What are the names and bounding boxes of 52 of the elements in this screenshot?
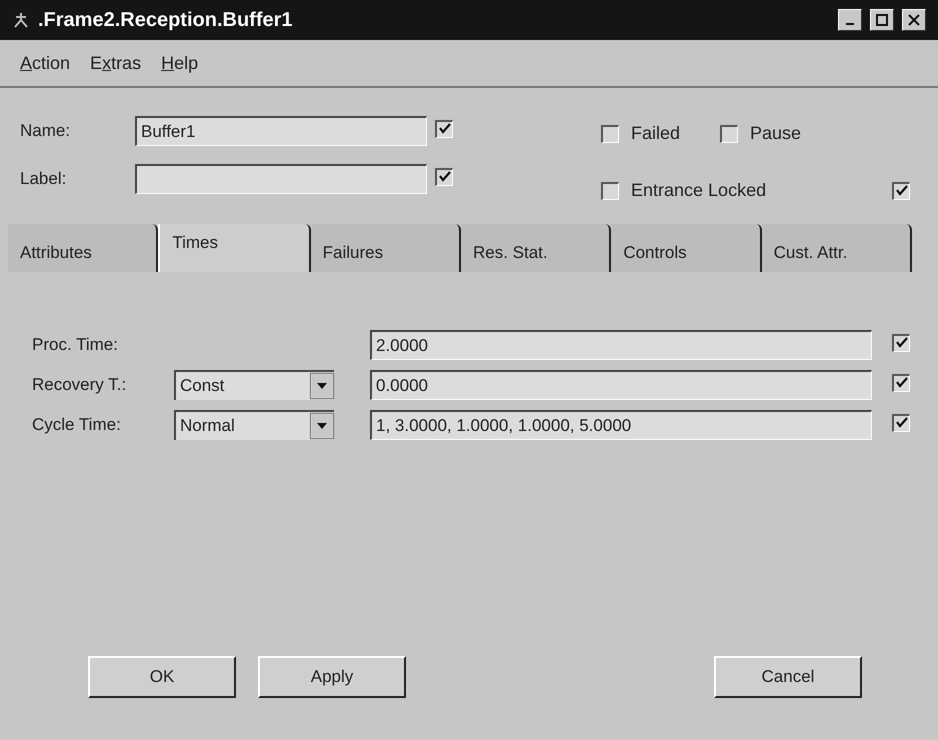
checkbox[interactable] [720, 124, 738, 142]
dropdown-arrow-icon [310, 373, 334, 399]
checkmark-icon [896, 377, 908, 389]
checkbox[interactable] [601, 124, 619, 142]
text-field[interactable]: 1, 3.0000, 1.0000, 1.0000, 5.0000 [370, 410, 872, 440]
window-title: .Frame2.Reception.Buffer1 [38, 8, 293, 33]
checkbox[interactable] [892, 414, 910, 432]
menu-item[interactable]: Action [20, 50, 70, 76]
tab[interactable]: Controls [611, 224, 762, 272]
checkmark-icon [896, 417, 908, 429]
tab[interactable]: Cust. Attr. [762, 224, 912, 272]
option-label: Entrance Locked [631, 179, 766, 202]
checkbox[interactable] [892, 334, 910, 352]
minimize-icon [846, 23, 854, 25]
text-field[interactable]: 2.0000 [370, 330, 872, 360]
tab[interactable]: Times [158, 224, 311, 272]
text-field[interactable]: 0.0000 [370, 370, 872, 400]
checkmark-icon [896, 337, 908, 349]
row-label: Proc. Time: [32, 334, 119, 356]
checkbox[interactable] [892, 182, 910, 200]
text-field[interactable] [135, 164, 427, 194]
figure-icon [12, 11, 30, 29]
tab[interactable]: Failures [310, 224, 461, 272]
field-label: Name: [20, 120, 72, 142]
checkbox[interactable] [435, 120, 453, 138]
tab[interactable]: Res. Stat. [460, 224, 612, 272]
minimize-button[interactable] [838, 9, 862, 31]
field-label: Label: [20, 168, 68, 190]
checkbox[interactable] [601, 182, 619, 200]
close-button[interactable] [902, 9, 926, 31]
tab[interactable]: Attributes [8, 224, 158, 272]
menu-item[interactable]: Extras [90, 50, 142, 76]
maximize-icon [876, 14, 888, 26]
dialog-button[interactable]: Apply [258, 656, 406, 698]
menu-item[interactable]: Help [161, 50, 198, 76]
checkbox[interactable] [892, 374, 910, 392]
dialog-button[interactable]: Cancel [714, 656, 862, 698]
option-label: Failed [631, 122, 680, 145]
checkmark-icon [438, 123, 450, 135]
row-label: Recovery T.: [32, 374, 128, 396]
dropdown[interactable]: Normal [174, 410, 334, 440]
close-icon [908, 14, 920, 26]
option-label: Pause [750, 122, 802, 145]
dropdown-arrow-icon [310, 413, 334, 439]
dialog-button[interactable]: OK [88, 656, 236, 698]
row-label: Cycle Time: [32, 414, 122, 436]
checkmark-icon [438, 171, 450, 183]
maximize-button[interactable] [870, 9, 894, 31]
checkbox[interactable] [435, 168, 453, 186]
checkmark-icon [896, 185, 908, 197]
dropdown[interactable]: Const [174, 370, 334, 400]
text-field[interactable]: Buffer1 [135, 116, 427, 146]
